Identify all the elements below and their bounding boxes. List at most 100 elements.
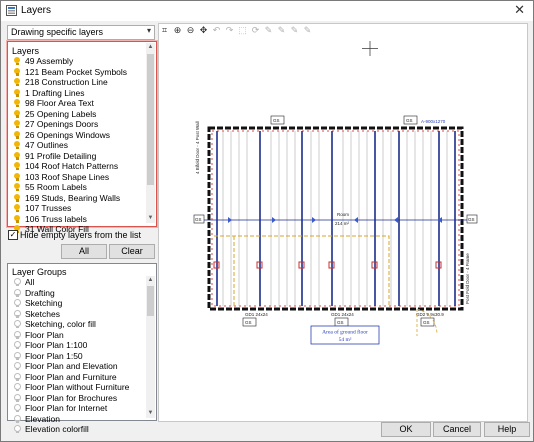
refresh-icon[interactable]: ⟳ (250, 25, 261, 36)
lightbulb-off-icon (14, 288, 21, 297)
layer-item[interactable]: 26 Openings Windows (11, 130, 145, 141)
layer-item-label: 1 Drafting Lines (25, 87, 85, 98)
layer-item[interactable]: 218 Construction Line (11, 77, 145, 88)
tag-bottom-right: GS (423, 320, 430, 325)
layer-group-label: Floor Plan (25, 329, 64, 340)
scroll-thumb[interactable] (147, 286, 154, 316)
layers-scrollbar[interactable]: ▲ ▼ (146, 43, 155, 223)
lightbulb-on-icon[interactable] (14, 141, 20, 149)
lightbulb-on-icon[interactable] (14, 57, 20, 65)
sketch1-icon[interactable]: ✎ (263, 25, 274, 36)
layer-group-label: Floor Plan without Furniture (25, 382, 130, 392)
redo-icon[interactable]: ↷ (224, 25, 235, 36)
lightbulb-on-icon[interactable] (14, 214, 20, 223)
scroll-down-icon[interactable]: ▼ (146, 409, 155, 418)
layer-group-item[interactable]: Floor Plan 1:100 (11, 340, 145, 351)
layer-item[interactable]: 103 Roof Shape Lines (11, 172, 145, 183)
scroll-thumb[interactable] (147, 54, 154, 185)
layer-group-label: Floor Plan and Elevation (25, 361, 118, 371)
layer-group-item[interactable]: Floor Plan (11, 330, 145, 341)
layer-group-label: All (25, 277, 35, 287)
zoom-in-icon[interactable]: ⊕ (172, 25, 183, 36)
layer-item[interactable]: 27 Openings Doors (11, 119, 145, 130)
scroll-up-icon[interactable]: ▲ (146, 276, 155, 285)
lightbulb-on-icon[interactable] (14, 78, 20, 86)
layer-item[interactable]: 106 Truss labels (11, 214, 145, 225)
layer-filter-dropdown[interactable]: Drawing specific layers ▾ (7, 25, 155, 40)
zoom-out-icon[interactable]: ⊖ (185, 25, 196, 36)
help-button[interactable]: Help (484, 422, 530, 437)
hide-empty-checkbox[interactable]: ✓ (8, 230, 18, 240)
layer-item[interactable]: 55 Room Labels (11, 182, 145, 193)
layer-item-label: 98 Floor Area Text (25, 98, 94, 108)
layer-item[interactable]: 121 Beam Pocket Symbols (11, 67, 145, 78)
pan-icon[interactable]: ✥ (198, 25, 209, 36)
layer-item-label: 49 Assembly (25, 56, 74, 66)
plan-preview[interactable]: 4 Bifold Door - 4 Post Wall Post Fold Do… (158, 23, 528, 422)
layer-group-item[interactable]: Floor Plan without Furniture (11, 382, 145, 393)
lightbulb-off-icon (14, 383, 21, 391)
layer-item[interactable]: 107 Trusses (11, 203, 145, 214)
layer-group-item[interactable]: Sketching (11, 298, 145, 309)
layer-group-item[interactable]: All (11, 277, 145, 288)
layer-group-item[interactable]: Drafting (11, 288, 145, 299)
lightbulb-on-icon[interactable] (14, 172, 20, 181)
room-area: 214 m² (335, 221, 350, 226)
cancel-button[interactable]: Cancel (433, 422, 481, 437)
lightbulb-on-icon[interactable] (14, 151, 20, 160)
tag-top-left: GS (273, 118, 280, 123)
undo-icon[interactable]: ↶ (211, 25, 222, 36)
layer-group-label: Elevation colorfill (25, 424, 89, 434)
layer-group-label: Floor Plan for Internet (25, 403, 108, 413)
sketch2-icon[interactable]: ✎ (276, 25, 287, 36)
layer-item[interactable]: 104 Roof Hatch Patterns (11, 161, 145, 172)
lightbulb-on-icon[interactable] (14, 67, 20, 76)
layer-group-item[interactable]: Elevation colorfill (11, 424, 145, 435)
layer-item-label: 121 Beam Pocket Symbols (25, 66, 128, 77)
lightbulb-off-icon (14, 393, 21, 402)
scroll-down-icon[interactable]: ▼ (146, 214, 155, 223)
zoom-extents-icon[interactable]: ⌗ (159, 25, 170, 36)
sketch3-icon[interactable]: ✎ (289, 25, 300, 36)
layer-group-item[interactable]: Sketches (11, 309, 145, 320)
layer-group-label: Sketching (25, 298, 63, 308)
layer-item[interactable]: 49 Assembly (11, 56, 145, 67)
lightbulb-on-icon[interactable] (14, 109, 20, 118)
groups-scrollbar[interactable]: ▲ ▼ (146, 276, 155, 418)
layer-item-label: 218 Construction Line (25, 77, 108, 87)
lightbulb-off-icon (14, 309, 21, 318)
scroll-up-icon[interactable]: ▲ (146, 43, 155, 52)
lightbulb-on-icon[interactable] (14, 204, 20, 212)
all-button[interactable]: All (61, 244, 107, 259)
layer-group-item[interactable]: Sketching, color fill (11, 319, 145, 330)
layer-group-item[interactable]: Floor Plan for Brochures (11, 393, 145, 404)
layer-group-item[interactable]: Floor Plan for Internet (11, 403, 145, 414)
tag-top-right: GS (406, 118, 413, 123)
ok-button[interactable]: OK (381, 422, 431, 437)
lightbulb-on-icon[interactable] (14, 99, 20, 107)
layers-dialog: Layers ✕ Drawing specific layers ▾ Layer… (0, 0, 534, 442)
layer-item[interactable]: 1 Drafting Lines (11, 88, 145, 99)
layer-group-item[interactable]: Floor Plan and Elevation (11, 361, 145, 372)
layer-item-label: 27 Openings Doors (25, 119, 99, 129)
layer-group-item[interactable]: Floor Plan 1:50 (11, 351, 145, 362)
layer-item[interactable]: 91 Profile Detailing (11, 151, 145, 162)
layer-filter-value: Drawing specific layers (11, 27, 104, 37)
lightbulb-on-icon[interactable] (14, 162, 20, 170)
lightbulb-on-icon[interactable] (14, 183, 20, 191)
layer-item[interactable]: 47 Outlines (11, 140, 145, 151)
layer-group-item[interactable]: Elevation (11, 414, 145, 425)
layer-item[interactable]: 98 Floor Area Text (11, 98, 145, 109)
lightbulb-on-icon[interactable] (14, 120, 20, 128)
clear-button[interactable]: Clear (109, 244, 155, 259)
lightbulb-off-icon (14, 414, 21, 423)
lightbulb-on-icon[interactable] (14, 88, 20, 97)
lightbulb-on-icon[interactable] (14, 193, 20, 202)
layer-group-item[interactable]: Floor Plan and Furniture (11, 372, 145, 383)
lightbulb-on-icon[interactable] (14, 130, 20, 139)
sketch4-icon[interactable]: ✎ (302, 25, 313, 36)
select-icon[interactable]: ⬚ (237, 25, 248, 36)
close-icon[interactable]: ✕ (514, 2, 525, 18)
layer-item[interactable]: 25 Opening Labels (11, 109, 145, 120)
layer-item[interactable]: 169 Studs, Bearing Walls (11, 193, 145, 204)
